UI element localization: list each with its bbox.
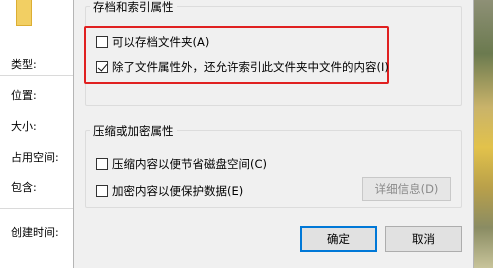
archive-checkbox-row[interactable]: 可以存档文件夹(A) xyxy=(96,34,209,50)
advanced-attributes-dialog: 存档和索引属性 可以存档文件夹(A) 除了文件属性外，还允许索引此文件夹中文件的… xyxy=(73,0,474,268)
compress-checkbox[interactable] xyxy=(96,158,108,170)
compress-checkbox-row[interactable]: 压缩内容以便节省磁盘空间(C) xyxy=(96,156,267,172)
compress-checkbox-label[interactable]: 压缩内容以便节省磁盘空间(C) xyxy=(112,156,267,172)
encrypt-checkbox-row[interactable]: 加密内容以便保护数据(E) xyxy=(96,183,243,199)
type-label: 类型: xyxy=(11,58,37,71)
encrypt-checkbox-label[interactable]: 加密内容以便保护数据(E) xyxy=(112,183,243,199)
cancel-button[interactable]: 取消 xyxy=(385,226,462,252)
size-label: 大小: xyxy=(11,120,37,133)
location-label: 位置: xyxy=(11,89,37,102)
created-label: 创建时间: xyxy=(11,226,59,239)
desktop-background xyxy=(474,0,493,268)
ok-button[interactable]: 确定 xyxy=(300,226,377,252)
index-checkbox-row[interactable]: 除了文件属性外，还允许索引此文件夹中文件的内容(I) xyxy=(96,59,389,75)
index-checkbox[interactable] xyxy=(96,61,108,73)
archive-checkbox-label[interactable]: 可以存档文件夹(A) xyxy=(112,34,209,50)
encrypt-checkbox[interactable] xyxy=(96,185,108,197)
contains-label: 包含: xyxy=(11,181,37,194)
details-button[interactable]: 详细信息(D) xyxy=(362,177,451,201)
compress-encrypt-group-title: 压缩或加密属性 xyxy=(90,123,177,139)
archive-index-group-title: 存档和索引属性 xyxy=(90,0,177,15)
archive-checkbox[interactable] xyxy=(96,36,108,48)
folder-icon xyxy=(16,0,32,26)
index-checkbox-label[interactable]: 除了文件属性外，还允许索引此文件夹中文件的内容(I) xyxy=(112,59,389,75)
size-on-disk-label: 占用空间: xyxy=(11,151,59,164)
